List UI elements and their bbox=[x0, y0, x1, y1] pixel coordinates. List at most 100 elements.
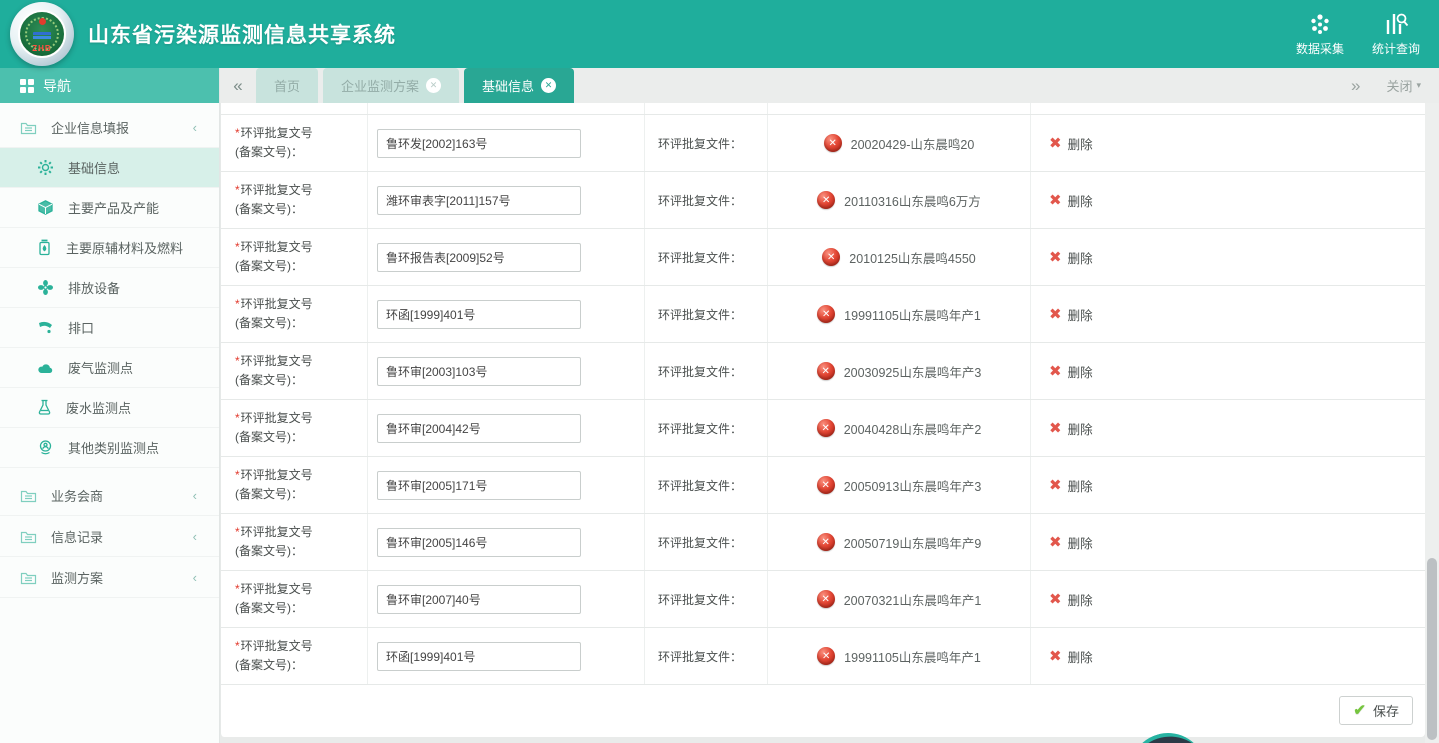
chevron-left-icon: ‹ bbox=[193, 529, 197, 544]
field-label: *环评批复文号 (备案文号)： bbox=[221, 571, 368, 627]
file-name[interactable]: 20030925山东晨鸣年产3 bbox=[844, 362, 982, 381]
file-name[interactable]: 19991105山东晨鸣年产1 bbox=[844, 305, 981, 324]
delete-x-icon: ✖ bbox=[1049, 305, 1062, 323]
statistics-query-button[interactable]: 统计查询 bbox=[1367, 12, 1425, 57]
remove-file-icon[interactable]: ✕ bbox=[817, 590, 835, 608]
doc-number-input[interactable] bbox=[377, 243, 581, 272]
sidebar-item-label: 企业信息填报 bbox=[51, 118, 129, 137]
file-name[interactable]: 20050913山东晨鸣年产3 bbox=[844, 476, 982, 495]
remove-file-icon[interactable]: ✕ bbox=[817, 419, 835, 437]
file-name[interactable]: 20050719山东晨鸣年产9 bbox=[844, 533, 982, 552]
delete-row-button[interactable]: ✖ 删除 bbox=[1049, 305, 1093, 324]
delete-row-button[interactable]: ✖ 删除 bbox=[1049, 647, 1093, 666]
file-label: 环评批复文件： bbox=[645, 172, 768, 228]
delete-label: 删除 bbox=[1068, 248, 1093, 267]
doc-number-input[interactable] bbox=[377, 129, 581, 158]
chevron-left-icon: ‹ bbox=[193, 488, 197, 503]
tabs-scroll-left-button[interactable]: « bbox=[220, 68, 256, 103]
outfall-pipe-icon bbox=[37, 320, 54, 335]
remove-file-icon[interactable]: ✕ bbox=[817, 647, 835, 665]
file-name[interactable]: 2010125山东晨鸣4550 bbox=[849, 248, 975, 267]
chevron-left-icon: ‹ bbox=[193, 120, 197, 135]
sidebar-item-main-products[interactable]: 主要产品及产能 bbox=[0, 188, 219, 228]
file-label: 环评批复文件： bbox=[645, 457, 768, 513]
data-collection-button[interactable]: 数据采集 bbox=[1291, 12, 1349, 57]
file-name[interactable]: 20020429-山东晨鸣20 bbox=[851, 134, 975, 153]
delete-row-button[interactable]: ✖ 删除 bbox=[1049, 191, 1093, 210]
tabs-scroll-right-button[interactable]: » bbox=[1351, 76, 1360, 96]
sidebar-item-outfall[interactable]: 排口 bbox=[0, 308, 219, 348]
sidebar-item-emission-equipment[interactable]: 排放设备 bbox=[0, 268, 219, 308]
remove-file-icon[interactable]: ✕ bbox=[822, 248, 840, 266]
file-name[interactable]: 20070321山东晨鸣年产1 bbox=[844, 590, 982, 609]
sidebar-item-other-points[interactable]: 其他类别监测点 bbox=[0, 428, 219, 468]
delete-row-button[interactable]: ✖ 删除 bbox=[1049, 362, 1093, 381]
sidebar-item-raw-materials[interactable]: 主要原辅材料及燃料 bbox=[0, 228, 219, 268]
tab-basic-info[interactable]: 基础信息 ✕ bbox=[464, 68, 574, 103]
remove-file-icon[interactable]: ✕ bbox=[817, 362, 835, 380]
monitor-pin-icon bbox=[37, 439, 54, 456]
file-label: 环评批复文件： bbox=[645, 115, 768, 171]
cube-icon bbox=[37, 199, 54, 216]
save-button[interactable]: ✔ 保存 bbox=[1339, 696, 1413, 725]
doc-number-input[interactable] bbox=[377, 585, 581, 614]
logo-emblem-icon: ZHB bbox=[18, 10, 66, 58]
nav-grid-icon bbox=[20, 79, 34, 93]
sidebar-item-enterprise-info[interactable]: 企业信息填报 ‹ bbox=[0, 107, 219, 148]
file-label: 环评批复文件： bbox=[645, 343, 768, 399]
sidebar-item-label: 排口 bbox=[68, 318, 94, 337]
table-row: *环评批复文号 (备案文号)： 环评批复文件： ✕ 19991105山东晨鸣年产… bbox=[221, 628, 1425, 685]
delete-label: 删除 bbox=[1068, 647, 1093, 666]
doc-number-input[interactable] bbox=[377, 528, 581, 557]
sidebar-item-label: 主要产品及产能 bbox=[68, 198, 159, 217]
field-label: *环评批复文号 (备案文号)： bbox=[221, 628, 368, 684]
tab-home[interactable]: 首页 bbox=[256, 68, 318, 103]
scrollbar-thumb[interactable] bbox=[1427, 558, 1437, 740]
sidebar-item-basic-info[interactable]: 基础信息 bbox=[0, 148, 219, 188]
sidebar-item-business-consult[interactable]: 业务会商 ‹ bbox=[0, 475, 219, 516]
delete-row-button[interactable]: ✖ 删除 bbox=[1049, 533, 1093, 552]
doc-number-input[interactable] bbox=[377, 471, 581, 500]
sidebar-item-waste-gas-points[interactable]: 废气监测点 bbox=[0, 348, 219, 388]
remove-file-icon[interactable]: ✕ bbox=[824, 134, 842, 152]
file-name[interactable]: 20040428山东晨鸣年产2 bbox=[844, 419, 982, 438]
sidebar-item-waste-water-points[interactable]: 废水监测点 bbox=[0, 388, 219, 428]
delete-row-button[interactable]: ✖ 删除 bbox=[1049, 248, 1093, 267]
chevron-left-icon: ‹ bbox=[193, 570, 197, 585]
delete-row-button[interactable]: ✖ 删除 bbox=[1049, 134, 1093, 153]
delete-row-button[interactable]: ✖ 删除 bbox=[1049, 590, 1093, 609]
table-row: *环评批复文号 (备案文号)： 环评批复文件： ✕ 20040428山东晨鸣年产… bbox=[221, 400, 1425, 457]
close-tabs-dropdown[interactable]: 关闭 ▾ bbox=[1386, 76, 1421, 95]
remove-file-icon[interactable]: ✕ bbox=[817, 533, 835, 551]
doc-number-input[interactable] bbox=[377, 414, 581, 443]
delete-row-button[interactable]: ✖ 删除 bbox=[1049, 476, 1093, 495]
remove-file-icon[interactable]: ✕ bbox=[817, 476, 835, 494]
doc-number-input[interactable] bbox=[377, 642, 581, 671]
tab-enterprise-monitor-plan[interactable]: 企业监测方案 ✕ bbox=[323, 68, 459, 103]
delete-row-button[interactable]: ✖ 删除 bbox=[1049, 419, 1093, 438]
doc-number-input[interactable] bbox=[377, 186, 581, 215]
dots-cluster-icon bbox=[1307, 12, 1333, 36]
remove-file-icon[interactable]: ✕ bbox=[817, 191, 835, 209]
tab-close-icon[interactable]: ✕ bbox=[426, 78, 441, 93]
tab-close-icon[interactable]: ✕ bbox=[541, 78, 556, 93]
statistics-query-label: 统计查询 bbox=[1372, 40, 1420, 57]
field-label: *环评批复文号 (备案文号)： bbox=[221, 229, 368, 285]
sidebar-item-monitor-plan[interactable]: 监测方案 ‹ bbox=[0, 557, 219, 598]
scrollbar-track[interactable] bbox=[1425, 103, 1439, 743]
delete-label: 删除 bbox=[1068, 419, 1093, 438]
delete-x-icon: ✖ bbox=[1049, 590, 1062, 608]
table-row: *环评批复文号 (备案文号)： 环评批复文件： ✕ 20030925山东晨鸣年产… bbox=[221, 343, 1425, 400]
field-label: *环评批复文号 (备案文号)： bbox=[221, 286, 368, 342]
table-row: *环评批复文号 (备案文号)： 环评批复文件： ✕ 20050913山东晨鸣年产… bbox=[221, 457, 1425, 514]
remove-file-icon[interactable]: ✕ bbox=[817, 305, 835, 323]
gear-icon bbox=[37, 159, 54, 176]
save-row: ✔ 保存 bbox=[221, 685, 1425, 735]
file-name[interactable]: 20110316山东晨鸣6万方 bbox=[844, 191, 981, 210]
doc-number-input[interactable] bbox=[377, 357, 581, 386]
field-label: *环评批复文号 (备案文号)： bbox=[221, 115, 368, 171]
file-label: 环评批复文件： bbox=[645, 514, 768, 570]
sidebar-item-info-records[interactable]: 信息记录 ‹ bbox=[0, 516, 219, 557]
file-name[interactable]: 19991105山东晨鸣年产1 bbox=[844, 647, 981, 666]
doc-number-input[interactable] bbox=[377, 300, 581, 329]
